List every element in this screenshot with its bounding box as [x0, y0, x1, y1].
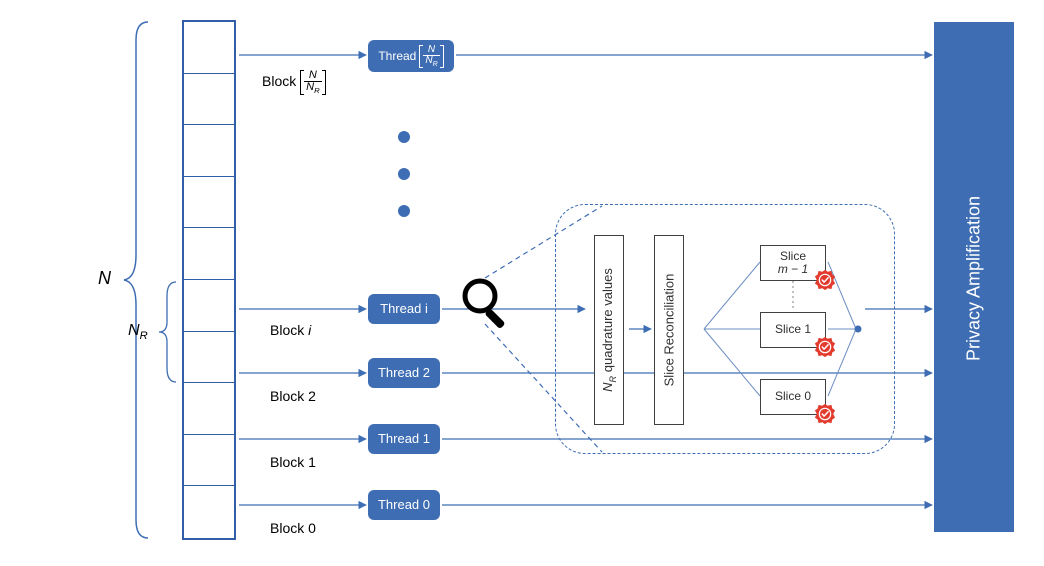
- check-seal-icon: [814, 336, 836, 358]
- thread-detail-bubble: NR quadrature values Slice Reconciliatio…: [555, 204, 895, 454]
- block-label-2: Block 2: [270, 388, 316, 404]
- ellipsis-dot: [398, 168, 410, 180]
- diagram-canvas: { "labels": { "N": "N", "NR": "N_R", "bl…: [0, 0, 1044, 566]
- brace-n: [124, 22, 148, 538]
- thread-i: Thread i: [368, 294, 440, 324]
- thread-0: Thread 0: [368, 490, 440, 520]
- privacy-amplification-block: Privacy Amplification: [934, 22, 1014, 532]
- ellipsis-dot: [398, 205, 410, 217]
- label-n: N: [98, 268, 111, 289]
- thread-2: Thread 2: [368, 358, 440, 388]
- block-label-1: Block 1: [270, 454, 316, 470]
- block-label-0: Block 0: [270, 520, 316, 536]
- ellipsis-dot: [398, 131, 410, 143]
- label-nr: NR: [128, 322, 148, 342]
- magnifier-icon: [460, 276, 516, 335]
- check-seal-icon: [814, 403, 836, 425]
- thread-top: Thread NNR: [368, 40, 454, 72]
- block-label-top: Block NNR: [262, 70, 326, 95]
- check-seal-icon: [814, 269, 836, 291]
- block-label-i: Block i: [270, 322, 311, 338]
- quadrature-values-box: NR quadrature values: [594, 235, 624, 425]
- thread-1: Thread 1: [368, 424, 440, 454]
- slice-reconciliation-box: Slice Reconciliation: [654, 235, 684, 425]
- brace-nr: [159, 282, 176, 382]
- block-array: [182, 20, 236, 540]
